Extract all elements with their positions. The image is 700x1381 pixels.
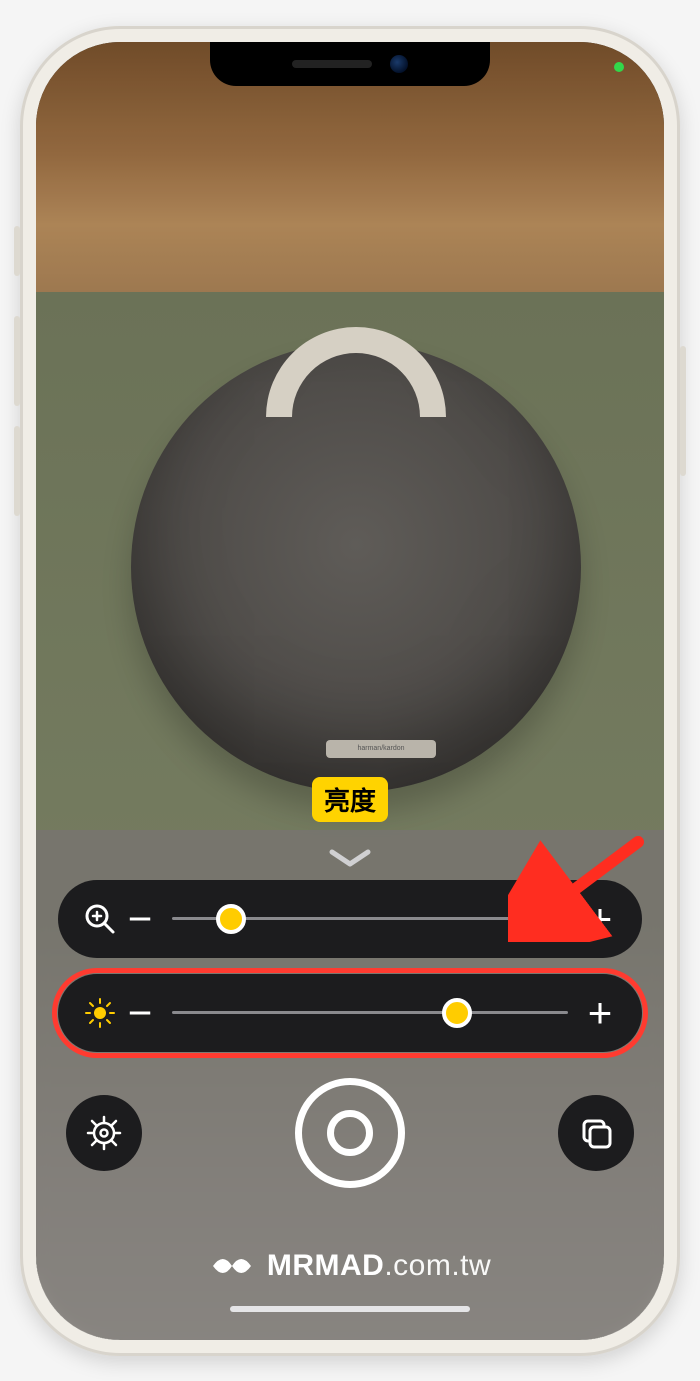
gear-icon [84,1113,124,1153]
subject-brand-badge: harman/kardon [326,740,436,758]
volume-down-button [14,426,20,516]
camera-active-indicator-icon [614,62,624,72]
bottom-button-row [58,1078,642,1188]
home-indicator[interactable] [230,1306,470,1312]
watermark-brand: MRMAD [267,1249,384,1282]
multi-window-icon [576,1113,616,1153]
brightness-slider-row: − + [58,974,642,1052]
mute-switch [14,226,20,276]
brightness-icon [80,997,120,1029]
front-camera-icon [390,55,408,73]
annotation-arrow-icon [508,832,658,942]
earpiece [292,60,372,68]
zoom-decrease-button[interactable]: − [120,898,160,940]
screen: harman/kardon 亮度 − [36,42,664,1340]
brightness-slider[interactable] [172,1011,568,1014]
volume-up-button [14,316,20,406]
freeze-inner-icon [327,1110,373,1156]
multi-window-button[interactable] [558,1095,634,1171]
power-button [680,346,686,476]
watermark-suffix: .com.tw [384,1249,491,1282]
phone-frame: harman/kardon 亮度 − [20,26,680,1356]
settings-button[interactable] [66,1095,142,1171]
watermark: MRMAD.com.tw [36,1248,664,1284]
brightness-tooltip: 亮度 [312,777,388,822]
brightness-increase-button[interactable]: + [580,992,620,1034]
notch [210,42,490,86]
magnifier-plus-icon [80,902,120,936]
brightness-decrease-button[interactable]: − [120,992,160,1034]
freeze-frame-button[interactable] [295,1078,405,1188]
zoom-slider-thumb[interactable] [216,904,246,934]
watermark-logo-icon [209,1248,255,1284]
brightness-slider-thumb[interactable] [442,998,472,1028]
chevron-down-icon [328,848,372,870]
